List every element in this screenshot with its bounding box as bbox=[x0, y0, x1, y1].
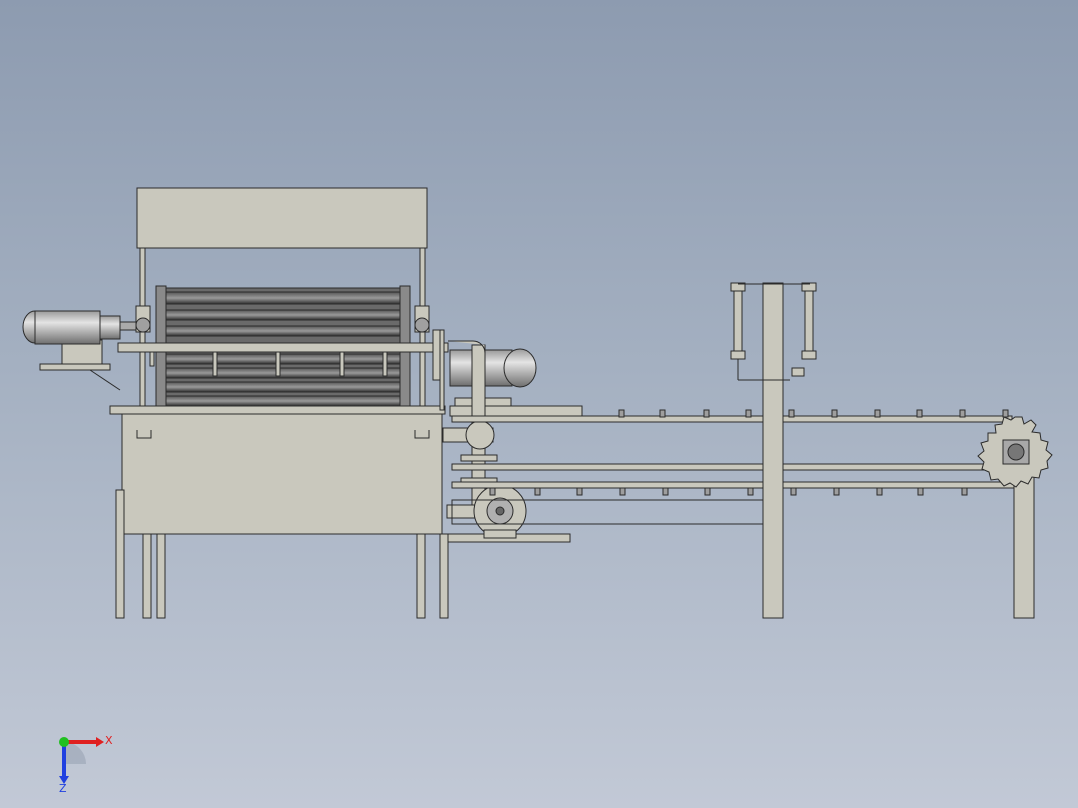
air-cylinder-left bbox=[730, 282, 746, 380]
z-axis-label: Z bbox=[59, 782, 67, 795]
machine-assembly-model[interactable] bbox=[0, 0, 1078, 808]
drive-sprocket bbox=[977, 416, 1053, 488]
x-axis-label: X bbox=[105, 734, 113, 747]
roller-bearing-left bbox=[135, 305, 151, 333]
conveyor-frame bbox=[451, 282, 1035, 619]
cad-viewport[interactable]: X Z bbox=[0, 0, 1078, 808]
y-axis-dot bbox=[59, 737, 69, 747]
roller-bearing-right bbox=[414, 305, 430, 333]
orientation-triad: X Z bbox=[59, 734, 113, 795]
pump-motor bbox=[449, 348, 583, 417]
air-cylinder-right bbox=[791, 282, 817, 377]
